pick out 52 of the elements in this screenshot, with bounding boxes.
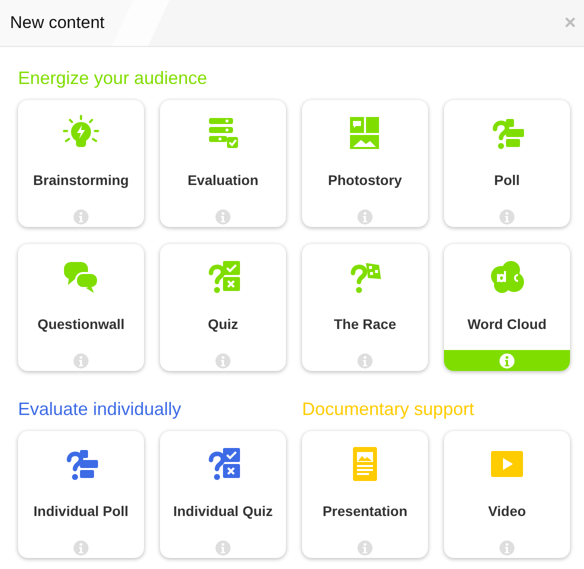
content-card[interactable]: Individual Quiz: [160, 431, 286, 558]
card-title: Individual Quiz: [173, 503, 273, 519]
card-title: Photostory: [328, 172, 402, 188]
card-title: Presentation: [322, 503, 408, 519]
info-icon[interactable]: [215, 352, 231, 368]
question-bars-icon: [492, 119, 524, 149]
section-heading: Energize your audience: [18, 67, 208, 89]
content-card[interactable]: Brainstorming: [18, 100, 144, 227]
info-icon[interactable]: [73, 352, 89, 368]
info-icon[interactable]: [357, 208, 373, 224]
card-title: Questionwall: [37, 316, 125, 332]
photo-grid-icon: [350, 117, 379, 149]
section-heading: Documentary support: [302, 398, 476, 420]
content-card[interactable]: Individual Poll: [18, 431, 144, 558]
content-card[interactable]: The Race: [302, 244, 428, 371]
card-title: Word Cloud: [467, 316, 547, 332]
card-title: The Race: [334, 316, 396, 332]
content-card[interactable]: Photostory: [302, 100, 428, 227]
content-card[interactable]: Quiz: [160, 244, 286, 371]
info-icon[interactable]: [215, 208, 231, 224]
question-checklist-icon: [208, 261, 240, 293]
document-icon: [353, 447, 377, 481]
info-icon[interactable]: [499, 352, 515, 368]
play-icon: [491, 451, 523, 477]
lightbulb-icon: [62, 114, 100, 147]
info-icon[interactable]: [499, 540, 515, 556]
question-bars-icon: [66, 450, 98, 480]
info-icon[interactable]: [499, 208, 515, 224]
content-card[interactable]: Video: [444, 431, 570, 558]
info-icon[interactable]: [73, 208, 89, 224]
info-icon[interactable]: [73, 540, 89, 556]
card-title: Video: [488, 503, 526, 519]
checklist-icon: [209, 118, 238, 148]
content-card[interactable]: Evaluation: [160, 100, 286, 227]
info-icon[interactable]: [215, 540, 231, 556]
card-title: Quiz: [208, 316, 238, 332]
word-cloud-icon: [491, 261, 524, 293]
question-flag-icon: [350, 263, 381, 293]
content-card[interactable]: Word Cloud: [444, 244, 570, 371]
card-title: Evaluation: [188, 172, 258, 188]
dialog-title: New content: [10, 13, 104, 33]
content-card[interactable]: Presentation: [302, 431, 428, 558]
content-card[interactable]: Poll: [444, 100, 570, 227]
card-title: Individual Poll: [34, 503, 128, 519]
info-icon[interactable]: [357, 540, 373, 556]
question-checklist-icon: [208, 448, 240, 480]
chat-bubbles-icon: [64, 262, 99, 293]
card-title: Brainstorming: [33, 172, 129, 188]
content-card[interactable]: Questionwall: [18, 244, 144, 371]
card-title: Poll: [494, 172, 520, 188]
section-heading: Evaluate individually: [18, 398, 182, 420]
info-icon[interactable]: [357, 352, 373, 368]
